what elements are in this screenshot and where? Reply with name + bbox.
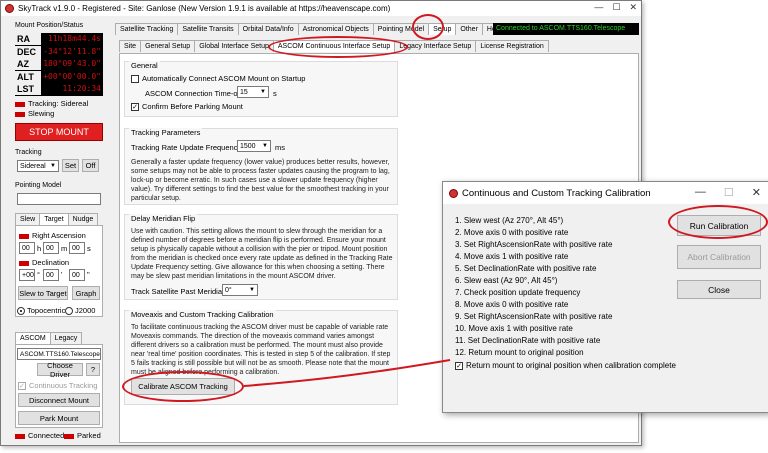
annotation-connector-line [243, 359, 451, 387]
annotation-connector [243, 359, 451, 387]
